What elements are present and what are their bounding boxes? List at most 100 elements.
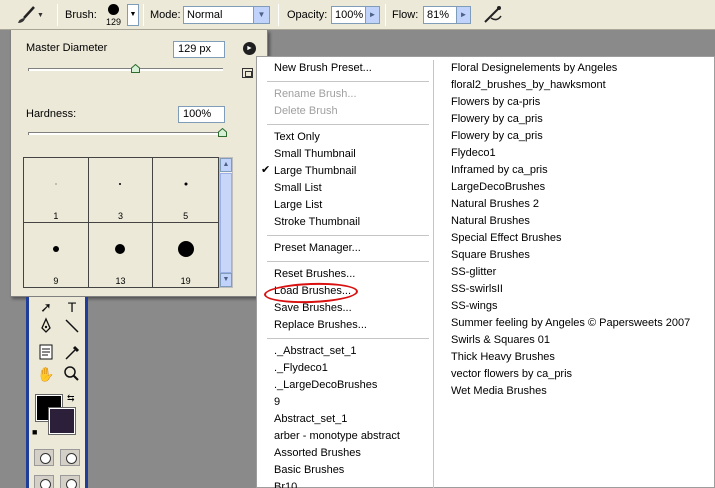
menu-item-replace-brushes[interactable]: Replace Brushes... [274,317,367,334]
brush-tip-icon [52,245,59,252]
flow-slider-arrow-icon[interactable]: ► [456,7,470,23]
hardness-field[interactable]: 100% [178,106,225,123]
menu-item-abstract-set-1[interactable]: Abstract_set_1 [274,411,347,428]
brush-preset-cell[interactable]: 1 [24,158,89,223]
brush-library-item[interactable]: vector flowers by ca_pris [451,366,572,383]
tool-preset-dropdown-icon[interactable]: ▼ [37,12,44,19]
scroll-down-icon[interactable]: ▼ [220,273,232,287]
pen-tool-icon[interactable] [35,316,57,336]
mode-select[interactable]: Normal ▼ [183,6,270,24]
brush-preset-grid: 1 3 5 9 13 19 [23,157,219,288]
scrollbar-thumb[interactable] [220,173,232,273]
brush-library-item[interactable]: Flowery by ca_pris [451,111,543,128]
airbrush-icon[interactable] [481,4,505,26]
menu-item-arber-monotype-abstract[interactable]: arber - monotype abstract [274,428,400,445]
brush-library-item[interactable]: SS-glitter [451,264,496,281]
brush-library-item[interactable]: Flowers by ca-pris [451,94,540,111]
hand-tool-icon[interactable]: ✋ [35,364,57,384]
flow-field[interactable]: 81% ► [423,6,471,24]
menu-item-small-list[interactable]: Small List [274,180,322,197]
opacity-value: 100% [335,9,364,21]
menu-item-load-brushes[interactable]: Load Brushes... [274,283,351,300]
master-diameter-slider-thumb[interactable] [131,64,141,73]
opacity-field[interactable]: 100% ► [331,6,380,24]
brush-library-item[interactable]: Wet Media Brushes [451,383,547,400]
menu-item-new-brush-preset[interactable]: New Brush Preset... [274,60,372,77]
opacity-slider-arrow-icon[interactable]: ► [365,7,379,23]
standard-mode-button[interactable] [34,449,54,466]
menu-item-large-thumbnail[interactable]: Large Thumbnail [274,163,356,180]
menu-separator [267,261,429,262]
menu-item-stroke-thumbnail[interactable]: Stroke Thumbnail [274,214,360,231]
menu-item-flydeco1[interactable]: ._Flydeco1 [274,360,328,377]
menu-item-save-brushes[interactable]: Save Brushes... [274,300,352,317]
brush-library-item[interactable]: Flowery by ca_pris [451,128,543,145]
brush-preset-cell[interactable]: 3 [88,158,154,223]
zoom-tool-icon[interactable] [61,364,83,384]
brush-library-item[interactable]: Swirls & Squares 01 [451,332,550,349]
menu-item-reset-brushes[interactable]: Reset Brushes... [274,266,355,283]
notes-tool-icon[interactable] [35,342,57,362]
default-colors-icon[interactable]: ■ [32,427,37,437]
menu-item-small-thumbnail[interactable]: Small Thumbnail [274,146,356,163]
options-bar: ▼ Brush: 129 ▼ Mode: Normal ▼ Opacity: 1… [0,0,715,30]
master-diameter-slider[interactable] [28,68,223,71]
menu-item-basic-brushes[interactable]: Basic Brushes [274,462,344,479]
brush-preset-cell[interactable]: 5 [153,158,218,223]
line-tool-icon[interactable] [61,316,83,336]
divider [278,4,279,26]
panel-menu-play-icon[interactable]: ► [243,42,256,55]
menu-separator [267,81,429,82]
brush-library-item[interactable]: LargeDecoBrushes [451,179,545,196]
brush-library-item[interactable]: Inframed by ca_pris [451,162,548,179]
brush-panel-menu: New Brush Preset... Rename Brush... Delete… [256,56,715,488]
brush-library-item[interactable]: Natural Brushes [451,213,530,230]
brush-library-item[interactable]: Floral Designelements by Angeles [451,60,617,77]
menu-item-br10[interactable]: Br10 [274,479,297,488]
path-selection-tool-icon[interactable]: ➚ [35,297,57,317]
brush-preset-size: 5 [183,210,189,221]
quick-mask-mode-button[interactable] [60,449,80,466]
master-diameter-field[interactable]: 129 px [173,41,225,58]
preset-scrollbar[interactable]: ▲ ▼ [219,157,233,288]
hardness-slider-thumb[interactable] [218,128,227,137]
brush-library-item[interactable]: floral2_brushes_by_hawksmont [451,77,606,94]
type-tool-icon[interactable]: T [61,297,83,317]
scroll-up-icon[interactable]: ▲ [220,158,232,172]
brush-preset-size: 3 [117,210,123,221]
mode-value: Normal [187,9,223,21]
brush-library-item[interactable]: SS-wings [451,298,497,315]
brush-library-item[interactable]: Thick Heavy Brushes [451,349,555,366]
brush-preset-cell[interactable]: 9 [24,222,89,287]
master-diameter-label: Master Diameter [26,42,108,54]
brush-preset-cell[interactable]: 19 [153,223,218,288]
eyedropper-tool-icon[interactable] [61,342,83,362]
menu-separator [267,124,429,125]
menu-item-9[interactable]: 9 [274,394,280,411]
brush-picker-dropdown-button[interactable]: ▼ [127,4,139,26]
brush-library-item[interactable]: Summer feeling by Angeles © Papersweets … [451,315,690,332]
chevron-down-icon[interactable]: ▼ [253,7,269,23]
brush-library-item[interactable]: Special Effect Brushes [451,230,561,247]
menu-item-large-list[interactable]: Large List [274,197,322,214]
brush-library-item[interactable]: Square Brushes [451,247,530,264]
flow-label: Flow: [392,9,419,21]
menu-item-assorted-brushes[interactable]: Assorted Brushes [274,445,361,462]
brush-library-item[interactable]: Natural Brushes 2 [451,196,539,213]
screen-mode-button[interactable] [60,475,80,488]
brush-preset-cell[interactable]: 13 [89,222,154,287]
menu-item-preset-manager[interactable]: Preset Manager... [274,240,361,257]
swap-colors-icon[interactable]: ⇆ [67,393,75,404]
brush-tip-icon [119,183,122,186]
screen-mode-button[interactable] [34,475,54,488]
menu-item-largedecobrushes[interactable]: ._LargeDecoBrushes [274,377,377,394]
brush-library-item[interactable]: Flydeco1 [451,145,496,162]
brush-preview-icon[interactable] [108,4,119,15]
new-preset-icon[interactable] [242,68,253,78]
brush-library-item[interactable]: SS-swirlsII [451,281,503,298]
menu-item-abstract-set-1[interactable]: ._Abstract_set_1 [274,343,357,360]
brush-preset-picker: Master Diameter 129 px ► Hardness: 100% … [10,30,268,297]
menu-item-text-only[interactable]: Text Only [274,129,320,146]
background-color-swatch[interactable] [48,407,76,435]
hardness-slider[interactable] [28,132,223,135]
